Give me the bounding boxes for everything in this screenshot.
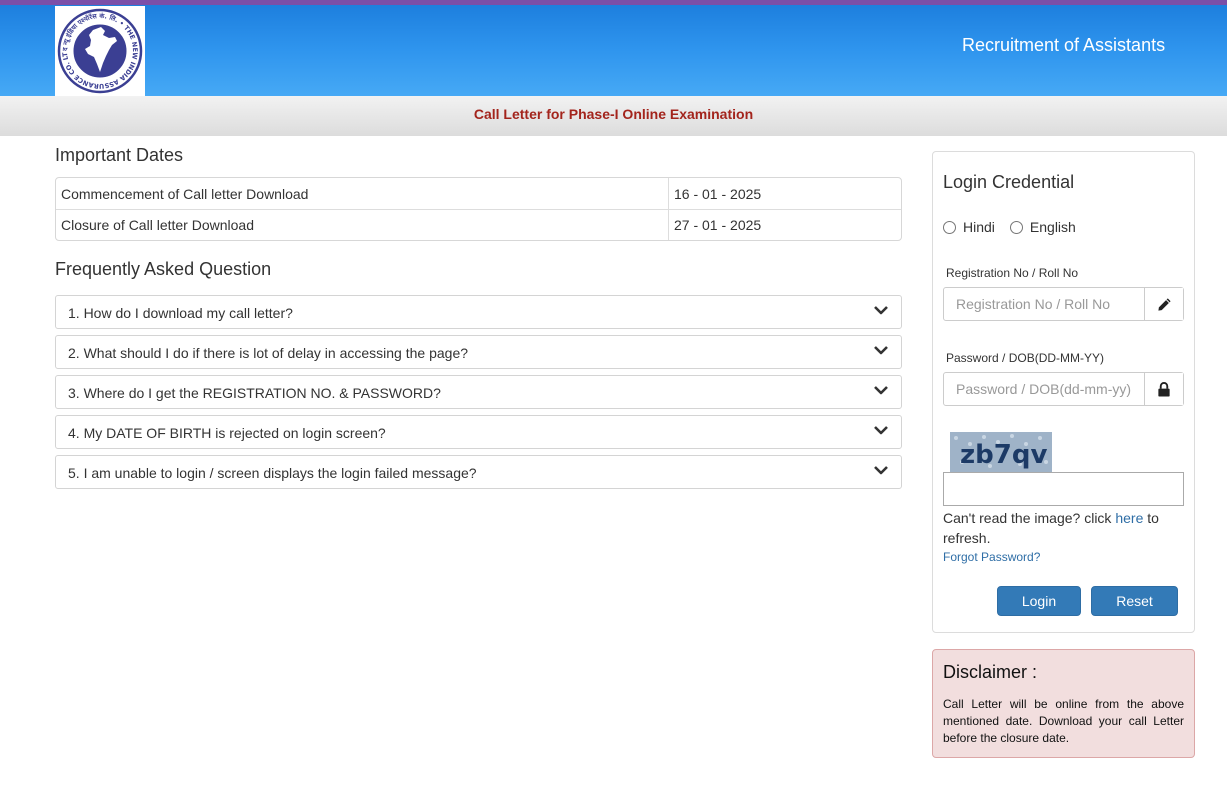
language-selector: Hindi English (943, 219, 1091, 235)
chevron-down-icon (874, 466, 888, 475)
english-label[interactable]: English (1030, 219, 1076, 235)
forgot-password-link[interactable]: Forgot Password? (943, 550, 1040, 564)
chevron-down-icon (874, 386, 888, 395)
important-dates-table: Commencement of Call letter Download 16 … (55, 177, 902, 241)
header-title: Recruitment of Assistants (962, 35, 1166, 55)
pencil-icon (1157, 297, 1171, 311)
faq-item-3[interactable]: 3. Where do I get the REGISTRATION NO. &… (55, 375, 902, 409)
faq-heading: Frequently Asked Question (55, 259, 272, 279)
password-addon (1144, 373, 1183, 405)
faq-question: 4. My DATE OF BIRTH is rejected on login… (68, 425, 386, 441)
logo: द न्यू इंडिया एश्योरेंस कं. लि. • THE NE… (55, 6, 145, 96)
password-field-group (943, 372, 1184, 406)
registration-field-group (943, 287, 1184, 321)
faq-question: 2. What should I do if there is lot of d… (68, 345, 469, 361)
important-dates-heading: Important Dates (55, 145, 184, 165)
login-button[interactable]: Login (997, 586, 1081, 616)
faq-item-2[interactable]: 2. What should I do if there is lot of d… (55, 335, 902, 369)
date-label: Closure of Call letter Download (56, 209, 668, 240)
disclaimer-heading: Disclaimer : (943, 662, 1038, 682)
hindi-label[interactable]: Hindi (963, 219, 995, 235)
password-input[interactable] (944, 373, 1144, 405)
registration-addon (1144, 288, 1183, 320)
chevron-down-icon (874, 346, 888, 355)
captcha-text: zb7qv (960, 440, 1047, 470)
hindi-radio[interactable] (943, 220, 956, 234)
registration-input[interactable] (944, 288, 1144, 320)
table-row: Closure of Call letter Download 27 - 01 … (56, 209, 901, 240)
english-radio[interactable] (1009, 220, 1023, 234)
captcha-input[interactable] (943, 472, 1184, 506)
disclaimer-panel: Disclaimer : Call Letter will be online … (932, 649, 1195, 758)
india-map-seal-icon: द न्यू इंडिया एश्योरेंस कं. लि. • THE NE… (57, 8, 143, 94)
chevron-down-icon (874, 306, 888, 315)
page-subtitle-bar: Call Letter for Phase-I Online Examinati… (0, 96, 1227, 136)
registration-label: Registration No / Roll No (946, 266, 1079, 280)
lock-icon (1158, 381, 1170, 397)
date-label: Commencement of Call letter Download (61, 185, 309, 202)
password-label: Password / DOB(DD-MM-YY) (946, 351, 1105, 365)
date-value: 27 - 01 - 2025 (668, 209, 901, 240)
disclaimer-text: Call Letter will be online from the abov… (943, 697, 1184, 745)
site-header: द न्यू इंडिया एश्योरेंस कं. लि. • THE NE… (0, 5, 1227, 96)
faq-question: 5. I am unable to login / screen display… (68, 465, 477, 481)
reset-button[interactable]: Reset (1091, 586, 1178, 616)
login-panel: Login Credential Hindi English Registrat… (932, 151, 1195, 633)
faq-item-5[interactable]: 5. I am unable to login / screen display… (55, 455, 902, 489)
faq-item-4[interactable]: 4. My DATE OF BIRTH is rejected on login… (55, 415, 902, 449)
login-heading: Login Credential (943, 172, 1075, 192)
captcha-image: zb7qv (950, 432, 1052, 472)
page-subtitle: Call Letter for Phase-I Online Examinati… (473, 106, 754, 122)
chevron-down-icon (874, 426, 888, 435)
captcha-refresh-text: Can't read the image? click here to refr… (943, 508, 1188, 548)
table-row: Commencement of Call letter Download 16 … (56, 178, 901, 209)
date-value: 16 - 01 - 2025 (668, 178, 901, 209)
faq-question: 1. How do I download my call letter? (68, 305, 293, 321)
refresh-prefix: Can't read the image? click (943, 510, 1116, 526)
faq-item-1[interactable]: 1. How do I download my call letter? (55, 295, 902, 329)
captcha-refresh-link[interactable]: here (1115, 510, 1143, 526)
faq-question: 3. Where do I get the REGISTRATION NO. &… (68, 385, 441, 401)
